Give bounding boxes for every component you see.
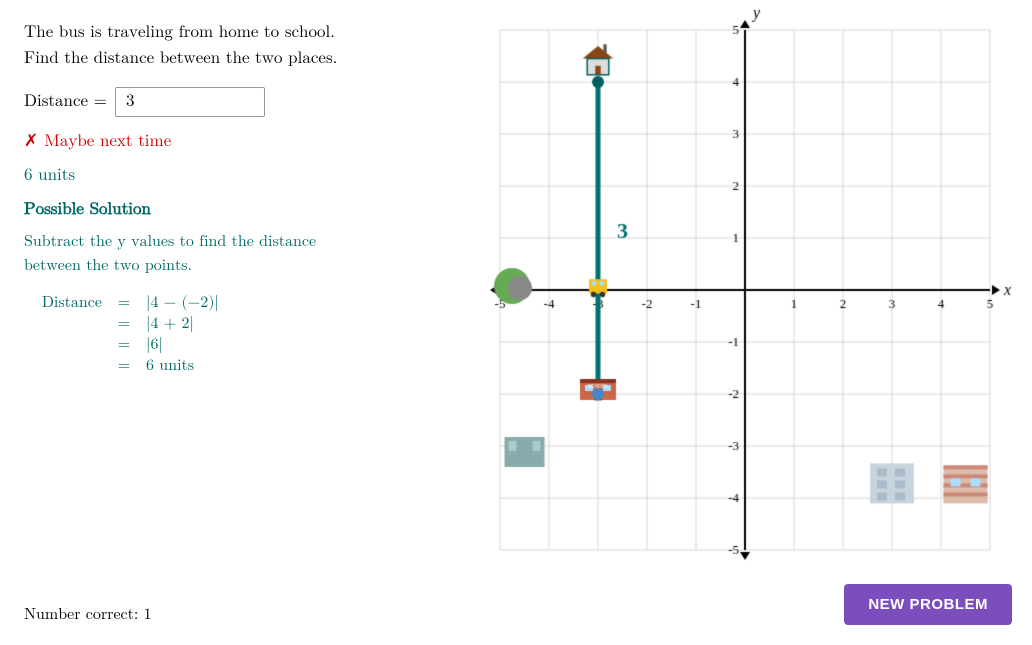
- solution-steps: Distance = |4 − (−2)| = |4 + 2| = |6| = …: [24, 294, 436, 376]
- new-problem-button[interactable]: NEW PROBLEM: [844, 584, 1012, 625]
- problem-description: The bus is traveling from home to school…: [24, 20, 436, 71]
- solution-description: Subtract the y values to find the distan…: [24, 230, 436, 278]
- step-eq-1: =: [114, 315, 134, 334]
- distance-input[interactable]: [115, 87, 265, 117]
- problem-line1: The bus is traveling from home to school…: [24, 24, 335, 41]
- left-panel: The bus is traveling from home to school…: [0, 0, 460, 645]
- step-val-1: |4 + 2|: [134, 315, 436, 334]
- step-val-2: |6|: [134, 336, 436, 355]
- number-correct: Number correct: 1: [24, 586, 436, 625]
- step-eq-3: =: [114, 357, 134, 376]
- feedback-row: ✗ Maybe next time: [24, 131, 436, 152]
- step-label-3: [24, 357, 114, 376]
- step-eq-2: =: [114, 336, 134, 355]
- feedback-text: Maybe next time: [44, 132, 171, 152]
- step-label-1: [24, 315, 114, 334]
- step-label-2: [24, 336, 114, 355]
- solution-desc-line2: between the two points.: [24, 258, 192, 274]
- distance-row: Distance =: [24, 87, 436, 117]
- correct-answer: 6 units: [24, 166, 436, 186]
- step-val-0: |4 − (−2)|: [134, 294, 436, 313]
- right-panel: NEW PROBLEM: [460, 0, 1032, 645]
- distance-label: Distance =: [24, 92, 107, 112]
- solution-desc-line1: Subtract the y values to find the distan…: [24, 234, 316, 250]
- step-val-3: 6 units: [134, 357, 436, 376]
- problem-line2: Find the distance between the two places…: [24, 50, 337, 67]
- step-label-0: Distance: [24, 294, 114, 313]
- coordinate-graph: [460, 0, 1020, 590]
- x-icon: ✗: [24, 131, 38, 152]
- solution-title: Possible Solution: [24, 200, 436, 220]
- step-eq-0: =: [114, 294, 134, 313]
